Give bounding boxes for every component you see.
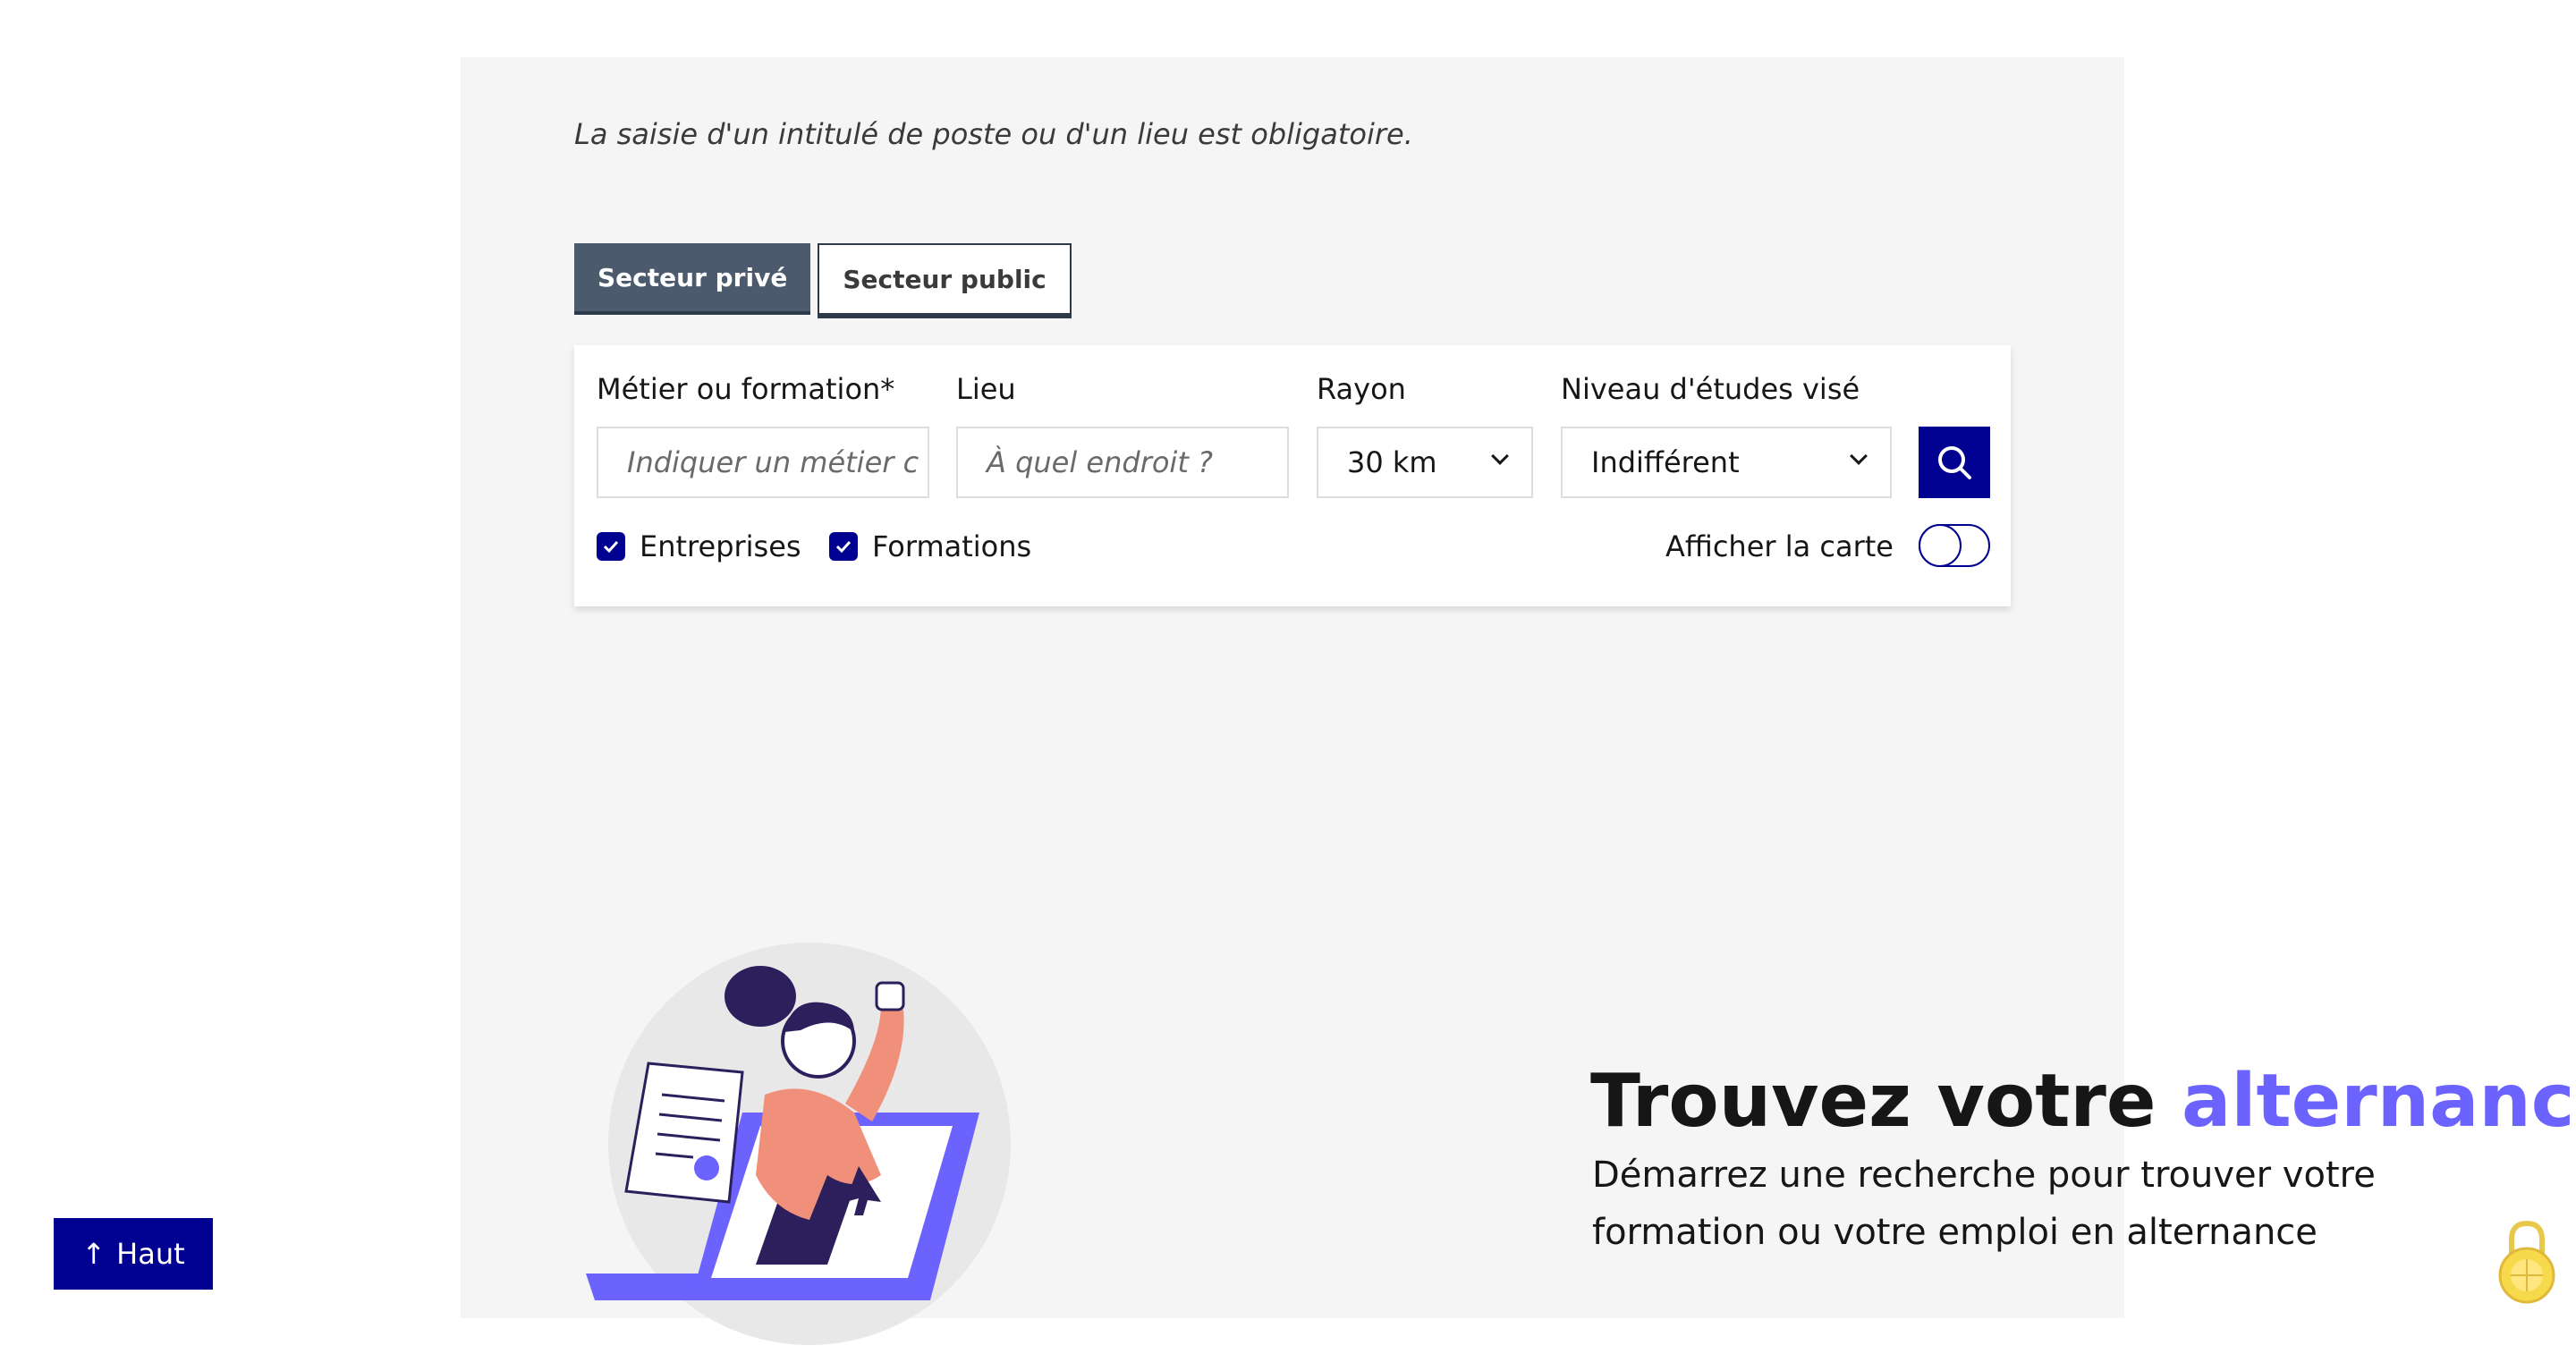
back-to-top-label: Haut	[116, 1237, 185, 1271]
level-value: Indifférent	[1591, 445, 1740, 479]
radius-field-label: Rayon	[1317, 372, 1406, 406]
search-button[interactable]	[1919, 427, 1990, 498]
toggle-knob	[1919, 524, 1962, 567]
search-form: Métier ou formation* Indiquer un métier …	[574, 345, 2011, 606]
level-field-label: Niveau d'études visé	[1561, 372, 1860, 406]
map-toggle[interactable]	[1919, 524, 1990, 567]
hero-title-accent: alternance	[2182, 1059, 2576, 1144]
search-icon	[1938, 446, 1971, 479]
tab-secteur-public[interactable]: Secteur public	[818, 243, 1072, 315]
job-input[interactable]: Indiquer un métier c	[597, 427, 929, 498]
required-notice: La saisie d'un intitulé de poste ou d'un…	[574, 117, 1413, 151]
arrow-up-icon: ↑	[81, 1237, 106, 1271]
chevron-down-icon	[1850, 447, 1868, 465]
map-toggle-label: Afficher la carte	[1665, 529, 1894, 563]
place-input[interactable]: À quel endroit ?	[956, 427, 1289, 498]
formations-checkbox[interactable]	[829, 532, 858, 561]
level-select[interactable]: Indifférent	[1561, 427, 1892, 498]
check-icon	[835, 540, 852, 554]
entreprises-checkbox[interactable]	[597, 532, 625, 561]
hero-illustration	[586, 943, 1011, 1345]
entreprises-checkbox-row[interactable]: Entreprises	[597, 529, 801, 563]
hero-subtitle: Démarrez une recherche pour trouver votr…	[1592, 1155, 2376, 1253]
entreprises-label: Entreprises	[640, 529, 801, 563]
place-field-label: Lieu	[956, 372, 1016, 406]
formations-label: Formations	[872, 529, 1032, 563]
formations-checkbox-row[interactable]: Formations	[829, 529, 1031, 563]
back-to-top-button[interactable]: ↑ Haut	[54, 1218, 213, 1290]
radius-select[interactable]: 30 km	[1317, 427, 1533, 498]
lock-icon[interactable]	[2496, 1216, 2558, 1306]
tab-secteur-prive[interactable]: Secteur privé	[574, 243, 811, 315]
hero-title: Trouvez votre alternance	[1590, 1059, 2576, 1144]
search-panel: La saisie d'un intitulé de poste ou d'un…	[461, 57, 2576, 1345]
radius-value: 30 km	[1347, 445, 1437, 479]
chevron-down-icon	[1491, 447, 1509, 465]
job-field-label: Métier ou formation*	[597, 372, 895, 406]
sector-tabs: Secteur privé Secteur public	[574, 243, 1072, 315]
required-mark: *	[880, 372, 895, 406]
check-icon	[603, 540, 619, 554]
